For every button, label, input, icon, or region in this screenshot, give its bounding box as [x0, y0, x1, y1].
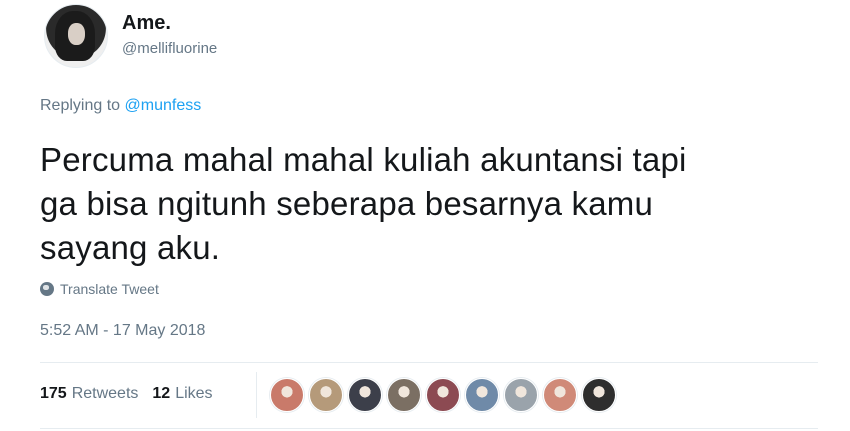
likes-count: 12 [152, 385, 171, 402]
divider [40, 362, 818, 363]
avatar-face [68, 23, 85, 45]
tweet-text-line: sayang aku. [40, 229, 221, 266]
liker-avatar[interactable] [582, 378, 616, 412]
globe-icon [40, 282, 54, 296]
likes-label: Likes [175, 385, 213, 402]
liker-avatar[interactable] [465, 378, 499, 412]
retweets-stat[interactable]: 175 Retweets [40, 385, 138, 403]
replying-to-label: Replying to [40, 97, 121, 114]
liker-avatar[interactable] [543, 378, 577, 412]
translate-tweet-button[interactable]: Translate Tweet [40, 281, 159, 297]
liker-avatar[interactable] [348, 378, 382, 412]
liker-avatar[interactable] [426, 378, 460, 412]
liker-avatars [270, 378, 616, 412]
liker-avatar[interactable] [387, 378, 421, 412]
tweet-text: Percuma mahal mahal kuliah akuntansi tap… [40, 138, 820, 270]
replying-to: Replying to @munfess [40, 97, 201, 115]
retweets-label: Retweets [71, 385, 139, 402]
liker-avatar[interactable] [309, 378, 343, 412]
likes-stat[interactable]: 12 Likes [152, 385, 212, 403]
tweet-timestamp[interactable]: 5:52 AM - 17 May 2018 [40, 322, 205, 340]
author-display-name[interactable]: Ame. [122, 12, 171, 35]
author-avatar[interactable] [44, 4, 108, 68]
stats-separator [256, 372, 257, 418]
author-handle[interactable]: @mellifluorine [122, 40, 217, 57]
tweet-text-line: ga bisa ngitunh seberapa besarnya kamu [40, 185, 654, 222]
tweet-stats: 175 Retweets 12 Likes [40, 385, 227, 403]
divider [40, 428, 818, 429]
reply-mention-link[interactable]: @munfess [125, 97, 202, 114]
retweets-count: 175 [40, 385, 67, 402]
liker-avatar[interactable] [504, 378, 538, 412]
translate-tweet-label: Translate Tweet [60, 281, 159, 297]
tweet-text-line: Percuma mahal mahal kuliah akuntansi tap… [40, 141, 687, 178]
liker-avatar[interactable] [270, 378, 304, 412]
